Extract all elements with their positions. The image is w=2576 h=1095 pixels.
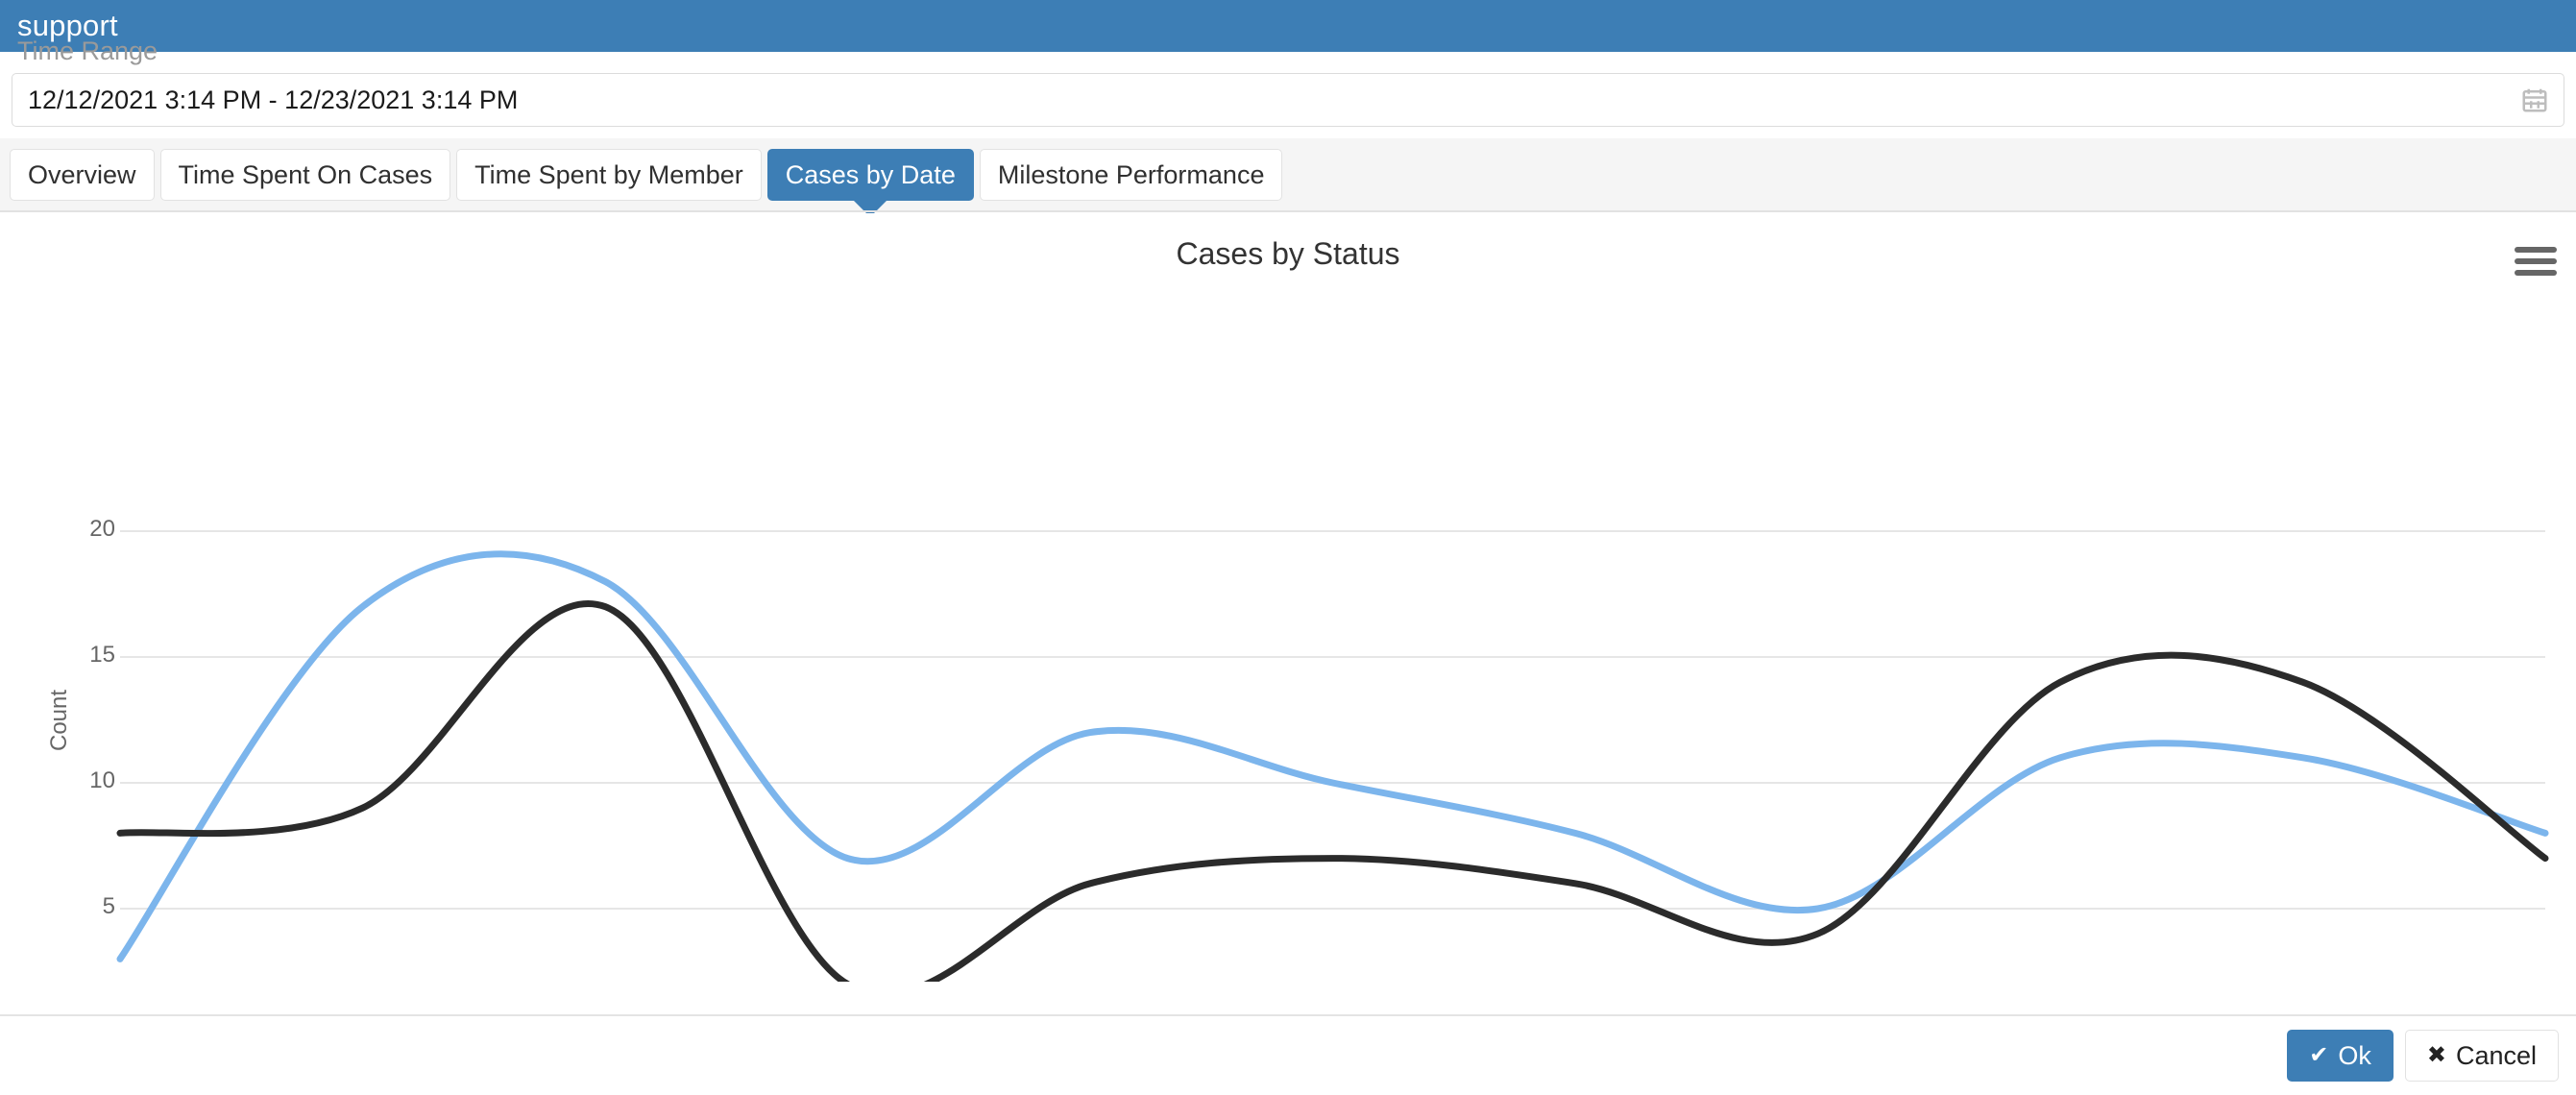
tab-bar: Overview Time Spent On Cases Time Spent by… [0,138,2576,211]
tab-cases-by-date[interactable]: Cases by Date [766,149,974,201]
tab-time-spent-by-member[interactable]: Time Spent by Member [456,149,762,201]
cases-by-status-line-chart [116,530,2549,982]
y-axis-tick-label: 10 [89,767,115,793]
cancel-button[interactable]: ✖ Cancel [2404,1030,2559,1082]
window-titlebar: support [0,0,2576,52]
tab-label: Overview [28,159,136,189]
y-axis-tick-label: 5 [102,893,115,919]
time-range-label: Time Range [17,36,158,65]
dialog-footer: ✔ Ok ✖ Cancel [0,1016,2576,1095]
chart-y-axis-ticks: 05101520 [58,213,115,1045]
tab-label: Time Spent by Member [474,159,743,189]
tab-label: Milestone Performance [997,159,1265,189]
cancel-button-label: Cancel [2455,1040,2537,1070]
tab-label: Time Spent On Cases [178,159,433,189]
tab-overview[interactable]: Overview [10,149,155,201]
tab-time-spent-on-cases[interactable]: Time Spent On Cases [159,149,451,201]
series-line-closed [116,600,2549,982]
time-range-field[interactable] [12,73,2564,127]
ok-button-label: Ok [2338,1040,2371,1070]
dashboard-dialog: support Time Range Overview Time Spent On… [0,0,2576,1095]
y-axis-tick-label: 15 [89,642,115,668]
tab-bar-divider [0,210,2576,212]
chart-panel: Cases by Status Count Date 05101520 12. … [0,213,2576,1095]
tab-label: Cases by Date [785,159,956,189]
series-line-open [116,550,2549,962]
check-icon: ✔ [2309,1042,2329,1068]
ok-button[interactable]: ✔ Ok [2287,1030,2394,1082]
y-axis-tick-label: 20 [89,516,115,542]
tab-milestone-performance[interactable]: Milestone Performance [979,149,1283,201]
close-icon: ✖ [2426,1042,2446,1068]
calendar-icon[interactable] [2512,74,2558,126]
time-range-input[interactable] [12,74,2512,126]
